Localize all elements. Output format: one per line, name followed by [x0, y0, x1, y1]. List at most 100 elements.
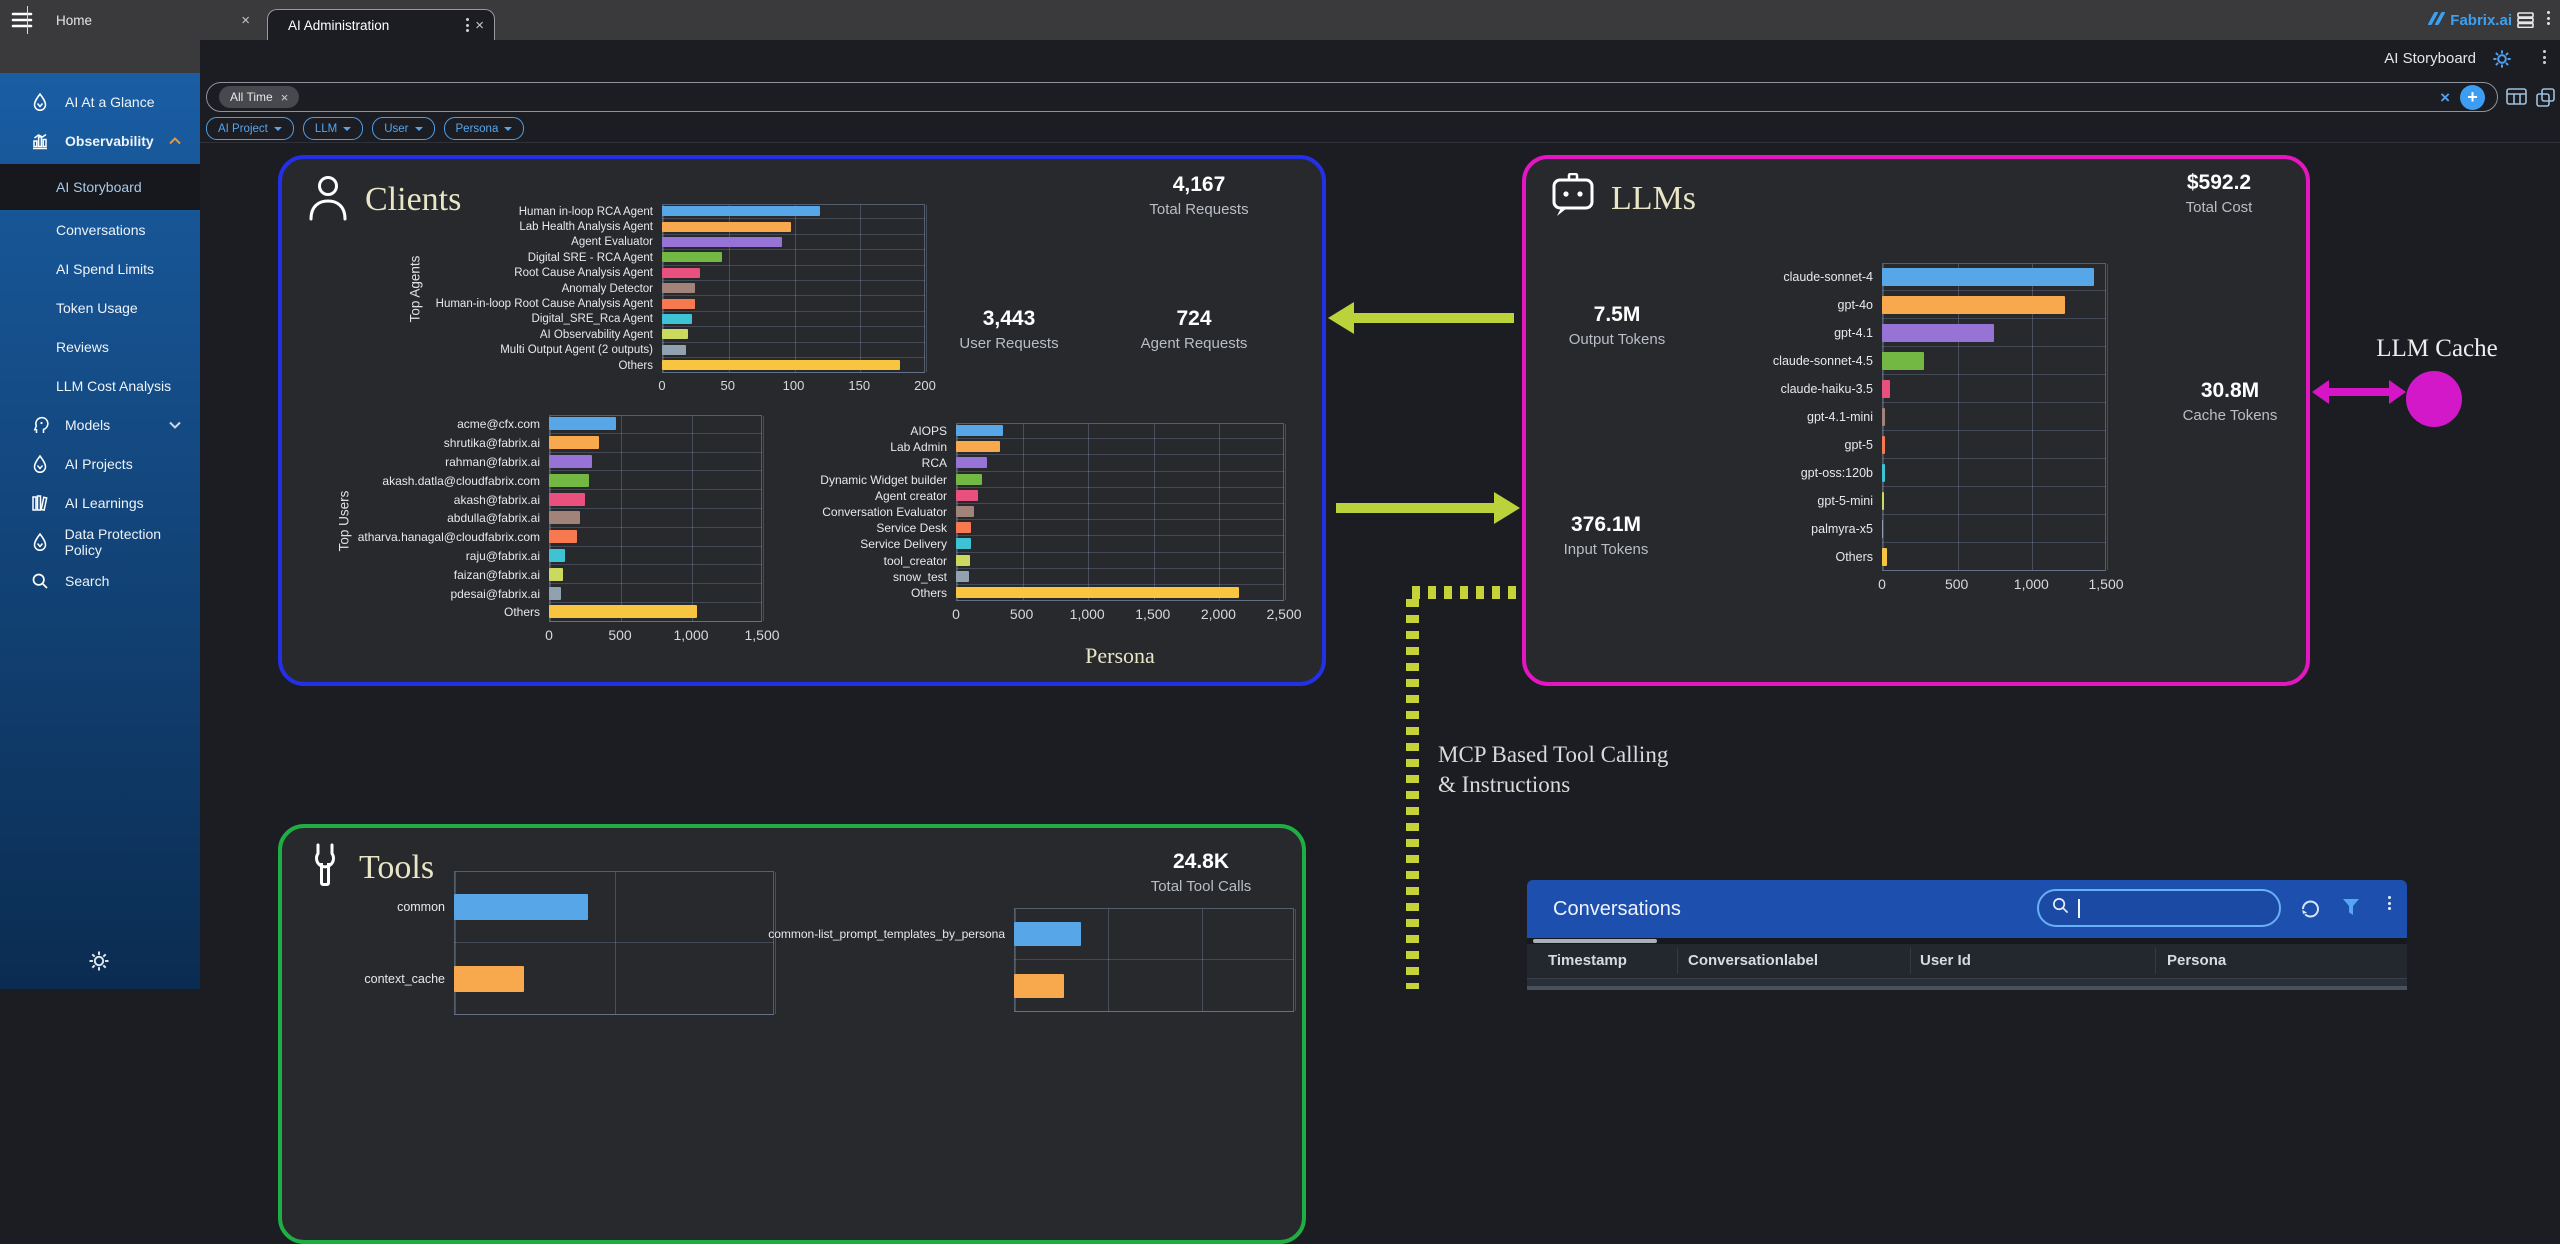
sidebar-item-observability[interactable]: Observability — [0, 121, 200, 160]
filter-search-bar[interactable]: All Time × × + — [206, 82, 2498, 112]
bar-palmyra-x5[interactable] — [1882, 520, 1883, 538]
sidebar-item-reviews[interactable]: Reviews — [0, 327, 200, 366]
bar-atharva-hanagal-cloudfabrix-com[interactable] — [549, 530, 577, 543]
close-tab-icon[interactable]: × — [241, 13, 250, 28]
bar-gpt-5-mini[interactable] — [1882, 492, 1884, 510]
add-filter-icon[interactable]: + — [2460, 85, 2485, 110]
bar-human-in-loop-root-cause-analysis-agent[interactable] — [662, 299, 695, 309]
bar-gpt-oss-120b[interactable] — [1882, 464, 1885, 482]
sidebar-item-ai-spend-limits[interactable]: AI Spend Limits — [0, 249, 200, 288]
bar-common[interactable] — [454, 894, 588, 920]
time-filter-chip[interactable]: All Time × — [219, 86, 299, 108]
filter-chip-llm[interactable]: LLM — [303, 117, 363, 140]
bar-snow-test[interactable] — [956, 571, 969, 582]
bar-service-delivery[interactable] — [956, 538, 971, 549]
tab-ai-administration[interactable]: AI Administration × — [267, 9, 495, 40]
bar-root-cause-analysis-agent[interactable] — [662, 268, 700, 278]
bar-agent-creator[interactable] — [956, 490, 978, 501]
filter-chip-persona[interactable]: Persona — [444, 117, 525, 140]
column-header-timestamp[interactable]: Timestamp — [1548, 944, 1627, 978]
bar-human-in-loop-rca-agent[interactable] — [662, 206, 820, 216]
bar-rca[interactable] — [956, 457, 987, 468]
bar-rahman-fabrix-ai[interactable] — [549, 455, 592, 468]
bar-others[interactable] — [1882, 548, 1887, 566]
bar-anomaly-detector[interactable] — [662, 283, 695, 293]
refresh-icon[interactable] — [2299, 898, 2321, 925]
chart-category-label: gpt-4.1 — [1712, 326, 1882, 340]
bar-pdesai-fabrix-ai[interactable] — [549, 587, 561, 600]
axis-tick-label: 0 — [1878, 576, 1886, 592]
sidebar-item-data-protection-policy[interactable]: Data Protection Policy — [0, 522, 200, 561]
bar-claude-haiku-3-5[interactable] — [1882, 380, 1890, 398]
bar-agent-evaluator[interactable] — [662, 237, 782, 247]
bar-lab-health-analysis-agent[interactable] — [662, 222, 791, 232]
output-tokens-stat: 7.5MOutput Tokens — [1532, 303, 1702, 348]
tab-ai-administration-label: AI Administration — [288, 18, 460, 33]
bar-shrutika-fabrix-ai[interactable] — [549, 436, 599, 449]
bar-gpt-4-1-mini[interactable] — [1882, 408, 1885, 426]
bar-abdulla-fabrix-ai[interactable] — [549, 511, 580, 524]
view-options-icon[interactable] — [2537, 48, 2552, 66]
sidebar-item-ai-storyboard[interactable]: AI Storyboard — [0, 164, 200, 210]
bar-conversation-evaluator[interactable] — [956, 506, 974, 517]
bar-gpt-4-1[interactable] — [1882, 324, 1994, 342]
filter-funnel-icon[interactable] — [2342, 898, 2360, 921]
conversations-options-icon[interactable] — [2382, 894, 2397, 912]
bar-service-desk[interactable] — [956, 522, 971, 533]
bar-claude-sonnet-4[interactable] — [1882, 268, 2094, 286]
conversations-search-input[interactable] — [2037, 889, 2281, 927]
bar-aiops[interactable] — [956, 425, 1003, 436]
sidebar-item-ai-at-a-glance[interactable]: AI At a Glance — [0, 82, 200, 121]
brand-logo[interactable]: Fabrix.ai — [2431, 0, 2512, 40]
scrollbar-thumb[interactable] — [1533, 939, 1657, 943]
close-tab-icon[interactable]: × — [475, 18, 484, 33]
sidebar-item-token-usage[interactable]: Token Usage — [0, 288, 200, 327]
sidebar-settings-gear-icon[interactable] — [88, 950, 110, 977]
server-list-icon[interactable] — [2517, 12, 2534, 33]
bar-faizan-fabrix-ai[interactable] — [549, 568, 563, 581]
sidebar-item-ai-projects[interactable]: AI Projects — [0, 444, 200, 483]
column-header-conversationlabel[interactable]: Conversationlabel — [1688, 944, 1818, 978]
remove-filter-icon[interactable]: × — [281, 90, 289, 105]
browser-menu-icon[interactable] — [2541, 9, 2556, 27]
sidebar-item-search[interactable]: Search — [0, 561, 200, 600]
bar-common-list-prompt-templates-by-persona[interactable] — [1014, 922, 1081, 946]
bar-lab-admin[interactable] — [956, 441, 1000, 452]
bar-akash-datla-cloudfabrix-com[interactable] — [549, 474, 589, 487]
top-users-chart: acme@cfx.comshrutika@fabrix.airahman@fab… — [324, 415, 762, 649]
copy-dashboard-icon[interactable] — [2536, 88, 2555, 112]
bar-gpt-5[interactable] — [1882, 436, 1885, 454]
bar-multi-output-agent-2-outputs[interactable] — [662, 345, 686, 355]
bar-akash-fabrix-ai[interactable] — [549, 493, 585, 506]
bar-context-cache[interactable] — [454, 966, 524, 992]
tab-home[interactable]: Home × — [28, 0, 260, 40]
sidebar-item-conversations[interactable]: Conversations — [0, 210, 200, 249]
column-header-persona[interactable]: Persona — [2167, 944, 2226, 978]
filter-chip-user[interactable]: User — [372, 117, 434, 140]
bar-raju-fabrix-ai[interactable] — [549, 549, 565, 562]
sidebar-item-ai-learnings[interactable]: AI Learnings — [0, 483, 200, 522]
tab-options-icon[interactable] — [460, 16, 475, 34]
bar-digital-sre-rca-agent[interactable] — [662, 252, 722, 262]
bar-ai-observability-agent[interactable] — [662, 329, 688, 339]
filter-chip-ai-project[interactable]: AI Project — [206, 117, 294, 140]
bar-acme-cfx-com[interactable] — [549, 417, 616, 430]
bar-others[interactable] — [956, 587, 1239, 598]
llm-cache-node[interactable] — [2406, 371, 2462, 427]
cache-double-arrow — [2312, 380, 2406, 404]
bar-dynamic-widget-builder[interactable] — [956, 474, 982, 485]
column-header-user-id[interactable]: User Id — [1920, 944, 1971, 978]
table-view-icon[interactable] — [2506, 88, 2527, 110]
bar-claude-sonnet-4-5[interactable] — [1882, 352, 1924, 370]
bar-others[interactable] — [549, 605, 697, 618]
bar-tool-creator[interactable] — [956, 555, 970, 566]
bar-gpt-4o[interactable] — [1882, 296, 2065, 314]
sidebar-item-llm-cost-analysis[interactable]: LLM Cost Analysis — [0, 366, 200, 405]
clear-filters-icon[interactable]: × — [2440, 89, 2450, 106]
bar-others[interactable] — [662, 360, 900, 370]
browser-tab-bar: Home × AI Administration × Fabrix.ai — [0, 0, 2560, 40]
settings-gear-icon[interactable] — [2492, 49, 2512, 74]
bar-digital-sre-rca-agent[interactable] — [662, 314, 692, 324]
bar-row-1[interactable] — [1014, 974, 1064, 998]
sidebar-item-models[interactable]: Models — [0, 405, 200, 444]
